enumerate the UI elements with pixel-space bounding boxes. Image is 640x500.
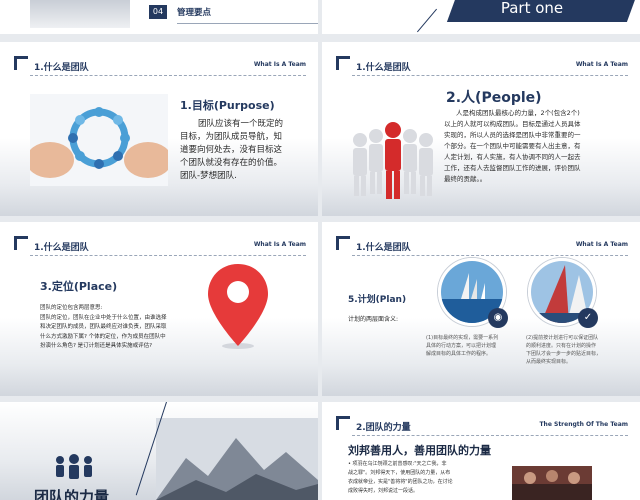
body-line: 道要向何处去，没有目标这 — [180, 145, 283, 155]
body-line: 解成目标的具体工作的程序。 — [426, 351, 492, 357]
section-subtitle: What Is A Team — [575, 61, 628, 68]
body-line: 人定计划，有人实施，有人协调不同的人一起去 — [444, 153, 581, 161]
map-pin-icon — [208, 264, 268, 349]
body-line: 衣成就帝业，实是"善将将"的团队之功，在讨论 — [348, 479, 453, 485]
body-line: 以上的人就可以构成团队。目标是通过人员具体 — [444, 120, 581, 128]
dashed-divider — [30, 255, 306, 256]
slide-heading: 1.目标(Purpose) — [180, 99, 275, 112]
section-title: 1.什么是团队 — [356, 63, 411, 73]
body-line: 的顺利进度。只有在计划的操作 — [526, 343, 597, 349]
section-title: 1.什么是团队 — [356, 243, 411, 253]
body-line: 成败得失时，刘邦说过一段话。 — [348, 488, 419, 494]
checklist-icon: ✓ — [578, 308, 598, 328]
dashed-divider — [352, 435, 628, 436]
dashed-divider — [30, 75, 306, 76]
body-line: 团队-梦想团队. — [180, 171, 237, 181]
section-number: 04 — [149, 5, 167, 19]
corner-bracket-icon — [336, 56, 350, 70]
body-line: 和决定团队的成员，团队最终应对谁负责，团队采取 — [40, 324, 167, 330]
body-line: 团队应该有一个既定的 — [198, 119, 284, 129]
body-line: 工作，还有人去监督团队工作的进展，评价团队 — [444, 164, 581, 172]
slide-thumbnail-3[interactable]: 1.什么是团队 What Is A Team 1.目标(Purpose) 团队应… — [0, 42, 318, 216]
plan-left-text: (1)目标最终的实现，需要一系列 具体的行动方案，可以把计划理 解成目标的具体工… — [426, 334, 522, 358]
corner-bracket-icon — [14, 56, 28, 70]
decor-line — [416, 8, 438, 33]
part-title: Part one — [500, 0, 564, 17]
body-line: 从而最终实现目标。 — [526, 359, 572, 365]
section-subtitle: What Is A Team — [575, 241, 628, 248]
body-line: 个部分。在一个团队中可能需要有人出主意，有 — [444, 142, 581, 150]
body-line: (2)提前按计划进行可以保证团队 — [526, 335, 599, 341]
landscape-photo — [30, 0, 130, 28]
plan-intro: 计划的两层面含义: — [348, 316, 399, 323]
slide-body: 团队应该有一个既定的 目标，为团队成员导航，知 道要向何处去，没有目标这 个团队… — [180, 118, 312, 183]
slide-thumbnail-5[interactable]: 1.什么是团队 What Is A Team 3.定位(Place) 团队的定位… — [0, 222, 318, 396]
team-people-icon — [56, 454, 92, 479]
slide-heading: 2.人(People) — [446, 90, 542, 106]
red-leader-figures-icon — [353, 122, 433, 199]
slide-title: 团队的力量 — [34, 488, 110, 500]
body-line: 下团队才会一步一步的贴近目标， — [526, 351, 602, 357]
corner-bracket-icon — [14, 236, 28, 250]
divider — [177, 23, 318, 24]
dashed-divider — [352, 255, 628, 256]
slide-thumbnail-grid: 04 管理要点 Part one 1.什么是团队 What Is A Team — [0, 0, 640, 500]
wifi-icon: ◉ — [488, 308, 508, 328]
body-line: 具体的行动方案，可以把计划理 — [426, 343, 497, 349]
section-subtitle: What Is A Team — [253, 241, 306, 248]
body-line: 团队的定位包含两层意思: — [40, 305, 103, 311]
section-title: 1.什么是团队 — [34, 63, 89, 73]
corner-bracket-icon — [336, 236, 350, 250]
body-line: • 项羽在乌江刎颈之前曾感叹:"天之亡我，非 — [348, 461, 447, 467]
slide-thumbnail-6[interactable]: 1.什么是团队 What Is A Team 5.计划(Plan) 计划的两层面… — [322, 222, 640, 396]
section-label: 管理要点 — [177, 8, 212, 18]
section-subtitle: The Strength Of The Team — [539, 421, 628, 428]
slide-thumbnail-8[interactable]: 2.团队的力量 The Strength Of The Team 刘邦善用人，善… — [322, 402, 640, 500]
slide-thumbnail-1[interactable]: 04 管理要点 — [0, 0, 318, 34]
body-line: 最终的贡献。。 — [444, 175, 487, 183]
body-line: 团队的定位，团队在企业中处于什么位置，由谁选择 — [40, 314, 167, 321]
slide-body: • 项羽在乌江刎颈之前曾感叹:"天之亡我，非 战之罪"。刘邦得天下，使用团队的力… — [348, 460, 506, 496]
section-title: 1.什么是团队 — [34, 243, 89, 253]
slide-thumbnail-4[interactable]: 1.什么是团队 What Is A Team 2.人(People) 人是构成团… — [322, 42, 640, 216]
slide-thumbnail-2[interactable]: Part one — [322, 0, 640, 34]
slide-heading: 刘邦善用人，善用团队的力量 — [348, 444, 491, 457]
body-line: (1)目标最终的实现，需要一系列 — [426, 335, 499, 341]
slide-body: 团队的定位包含两层意思: 团队的定位，团队在企业中处于什么位置，由谁选择 和决定… — [40, 304, 202, 352]
body-line: 什么方式激励下属? 个体的定位，作为成员在团队中 — [40, 333, 166, 340]
dashed-divider — [352, 75, 628, 76]
corner-bracket-icon — [336, 416, 350, 430]
slide-heading: 5.计划(Plan) — [348, 295, 407, 305]
body-line: 个团队就没有存在的价值。 — [180, 158, 283, 168]
body-line: 目标，为团队成员导航，知 — [180, 132, 283, 142]
slide-heading: 3.定位(Place) — [40, 280, 118, 293]
body-line: 人是构成团队最核心的力量，2个(包含2个) — [456, 109, 580, 117]
body-line: 战之罪"。刘邦得天下，使用团队的力量，从布 — [348, 470, 451, 476]
section-title: 2.团队的力量 — [356, 423, 411, 433]
body-line: 扮演什么角色? 是订计划还是具体实施或评估? — [40, 343, 153, 349]
section-subtitle: What Is A Team — [253, 61, 306, 68]
slide-body: 人是构成团队最核心的力量，2个(包含2个) 以上的人就可以构成团队。目标是通过人… — [444, 108, 634, 185]
historical-drama-photo — [512, 466, 592, 500]
hands-holding-people-icon — [30, 94, 168, 186]
plan-right-text: (2)提前按计划进行可以保证团队 的顺利进度。只有在计划的操作 下团队才会一步一… — [526, 334, 626, 366]
body-line: 实现的，所以人员的选择是团队中非常重要的一 — [444, 131, 581, 139]
misty-mountain-photo — [156, 418, 318, 500]
slide-thumbnail-7[interactable]: 团队的力量 — [0, 402, 318, 500]
